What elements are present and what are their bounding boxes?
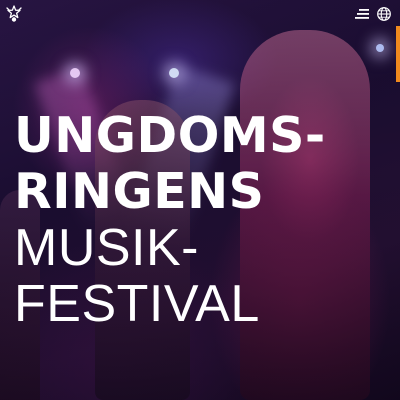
hamburger-menu-icon[interactable] bbox=[354, 6, 370, 22]
globe-icon[interactable] bbox=[376, 6, 392, 22]
title-line-3: MUSIK- bbox=[14, 219, 199, 277]
header-actions bbox=[354, 6, 392, 22]
scroll-indicator[interactable] bbox=[396, 26, 400, 82]
festival-title: UNGDOMS- RINGENS MUSIK- FESTIVAL bbox=[14, 107, 390, 333]
title-line-2: RINGENS bbox=[14, 163, 265, 220]
star-emblem-icon[interactable] bbox=[5, 5, 23, 23]
title-line-4: FESTIVAL bbox=[14, 275, 260, 333]
title-line-1: UNGDOMS- bbox=[14, 107, 326, 164]
